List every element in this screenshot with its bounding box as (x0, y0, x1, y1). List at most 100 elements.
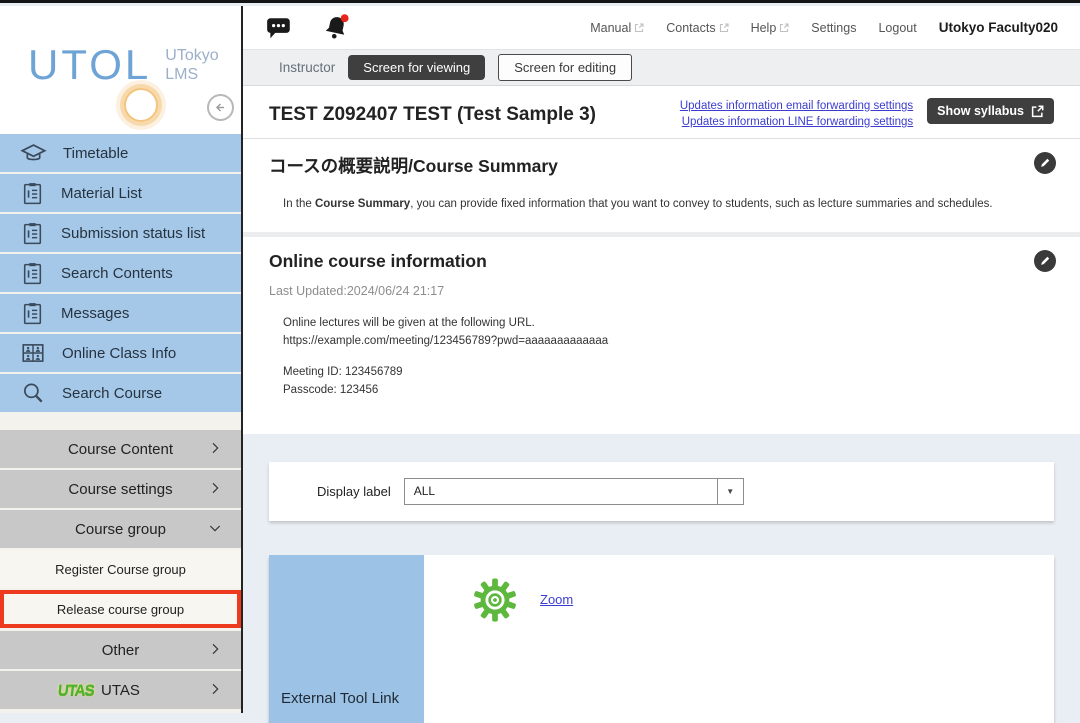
course-summary-text: In the Course Summary, you can provide f… (269, 198, 1054, 210)
course-summary-heading: コースの概要説明/Course Summary (269, 153, 1054, 178)
edit-online-course-info-button[interactable] (1034, 250, 1056, 272)
display-label-select[interactable]: ALL ▼ (404, 478, 744, 505)
utol-logo: UTOL UTokyo LMS (28, 44, 219, 86)
sidebar-group-utas[interactable]: UTAS UTAS (0, 671, 241, 709)
logout-link[interactable]: Logout (878, 21, 916, 35)
sidebar-menu: Timetable Material List Submissi (0, 134, 241, 709)
sidebar-group-other[interactable]: Other (0, 631, 241, 669)
chevron-right-icon (207, 641, 223, 657)
external-tool-link-card: External Tool Link (269, 555, 1054, 723)
tab-screen-for-viewing[interactable]: Screen for viewing (348, 55, 485, 80)
sidebar-group-label: UTAS (101, 682, 140, 699)
sidebar-subitem-label: Release course group (57, 602, 184, 617)
line-forwarding-settings-link[interactable]: Updates information LINE forwarding sett… (682, 116, 913, 128)
messages-bubble-icon[interactable] (265, 15, 293, 41)
edit-course-summary-button[interactable] (1034, 152, 1056, 174)
logo-rings-decoration (124, 88, 158, 122)
sidebar-group-label: Course Content (68, 441, 173, 458)
sidebar-item-label: Timetable (63, 145, 128, 162)
zoom-tool-link[interactable]: Zoom (540, 592, 573, 607)
sidebar-subitem-label: Register Course group (55, 562, 186, 577)
display-label-panel: Display label ALL ▼ (269, 462, 1054, 521)
sidebar: UTOL UTokyo LMS Timetable (0, 6, 243, 713)
sidebar-group-course-group[interactable]: Course group (0, 510, 241, 548)
sidebar-item-material-list[interactable]: Material List (0, 174, 241, 212)
online-info-line: Online lectures will be given at the fol… (283, 314, 1054, 332)
settings-link[interactable]: Settings (811, 21, 856, 35)
utol-lms-page: { "sidebar": { "logo": { "main": "UTOL",… (0, 0, 1080, 710)
sidebar-group-label: Other (102, 642, 140, 659)
clipboard-list-icon (20, 181, 45, 206)
sidebar-item-label: Online Class Info (62, 345, 176, 362)
sidebar-subitem-release-course-group[interactable]: Release course group (0, 590, 241, 628)
passcode: Passcode: 123456 (283, 381, 1054, 399)
logo-area: UTOL UTokyo LMS (0, 6, 241, 134)
display-label-text: Display label (317, 484, 391, 499)
sidebar-item-label: Submission status list (61, 225, 205, 242)
graduation-cap-icon (20, 140, 47, 167)
email-forwarding-settings-link[interactable]: Updates information email forwarding set… (680, 100, 913, 112)
gear-icon (472, 577, 518, 623)
page-title: TEST Z092407 TEST (Test Sample 3) (269, 98, 596, 126)
sidebar-item-label: Search Course (62, 385, 162, 402)
pencil-icon (1039, 255, 1051, 267)
topbar-links: Manual Contacts Help (590, 20, 1058, 35)
magnifier-icon (20, 380, 46, 406)
external-link-icon (779, 23, 789, 33)
dropdown-arrow-icon[interactable]: ▼ (717, 479, 743, 504)
role-label: Instructor (279, 60, 335, 75)
pencil-icon (1039, 157, 1051, 169)
sidebar-group-course-settings[interactable]: Course settings (0, 470, 241, 508)
sidebar-item-label: Search Contents (61, 265, 173, 282)
course-summary-section: コースの概要説明/Course Summary In the Course Su… (243, 139, 1080, 237)
clipboard-list-icon (20, 301, 45, 326)
sidebar-subitem-register-course-group[interactable]: Register Course group (0, 550, 241, 588)
arrow-left-icon (212, 99, 229, 116)
notifications-bell-icon[interactable] (321, 13, 351, 43)
sidebar-group-course-content[interactable]: Course Content (0, 430, 241, 468)
sidebar-item-timetable[interactable]: Timetable (0, 134, 241, 172)
video-grid-icon (20, 340, 46, 366)
sidebar-collapse-button[interactable] (207, 94, 234, 121)
sidebar-group-label: Course settings (68, 481, 172, 498)
sidebar-group-label: Course group (75, 521, 166, 538)
tab-screen-for-editing[interactable]: Screen for editing (498, 54, 632, 81)
screen-tabbar: Instructor Screen for viewing Screen for… (243, 50, 1080, 86)
topbar: Manual Contacts Help (243, 6, 1080, 50)
sidebar-item-messages[interactable]: Messages (0, 294, 241, 332)
clipboard-list-icon (20, 261, 45, 286)
meeting-id: Meeting ID: 123456789 (283, 363, 1054, 381)
chevron-down-icon (207, 520, 223, 536)
logo-text: UTOL (28, 44, 151, 86)
logo-subtext: UTokyo LMS (165, 46, 218, 84)
last-updated-timestamp: Last Updated:2024/06/24 21:17 (269, 284, 1054, 298)
sidebar-item-search-contents[interactable]: Search Contents (0, 254, 241, 292)
course-title-section: TEST Z092407 TEST (Test Sample 3) Update… (243, 86, 1080, 139)
sidebar-item-label: Material List (61, 185, 142, 202)
show-syllabus-button[interactable]: Show syllabus (927, 98, 1054, 124)
sidebar-item-label: Messages (61, 305, 129, 322)
external-tool-link-panel: External Tool Link (269, 555, 424, 723)
sidebar-item-search-course[interactable]: Search Course (0, 374, 241, 412)
help-link[interactable]: Help (751, 21, 790, 35)
utas-logo-icon: UTAS (57, 682, 95, 699)
chevron-right-icon (207, 440, 223, 456)
external-link-icon (1031, 105, 1044, 118)
sidebar-item-submission-status-list[interactable]: Submission status list (0, 214, 241, 252)
title-actions: Updates information email forwarding set… (680, 98, 1054, 128)
chevron-right-icon (207, 480, 223, 496)
external-link-icon (634, 23, 644, 33)
external-link-icon (719, 23, 729, 33)
manual-link[interactable]: Manual (590, 21, 644, 35)
main-content: Manual Contacts Help (243, 6, 1080, 713)
external-tool-body: Zoom (424, 555, 1054, 723)
logged-in-user: Utokyo Faculty020 (939, 20, 1058, 35)
meeting-url: https://example.com/meeting/123456789?pw… (283, 332, 1054, 350)
online-course-info-section: Online course information Last Updated:2… (243, 237, 1080, 434)
topbar-icons (265, 13, 351, 43)
sidebar-item-online-class-info[interactable]: Online Class Info (0, 334, 241, 372)
contacts-link[interactable]: Contacts (666, 21, 728, 35)
sidebar-section-gap (0, 414, 241, 430)
display-label-selected-value: ALL (405, 479, 717, 504)
forwarding-links: Updates information email forwarding set… (680, 98, 913, 128)
